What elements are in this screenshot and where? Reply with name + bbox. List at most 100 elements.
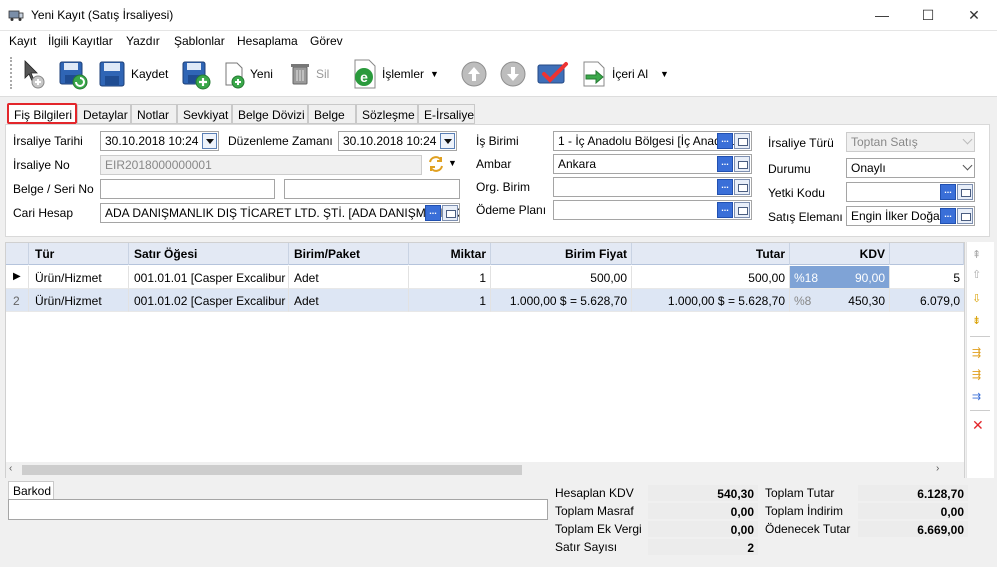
menu-yazdir[interactable]: Yazdır <box>126 34 160 48</box>
tab-sozlesme[interactable]: Sözleşme <box>356 104 418 124</box>
move-up-icon[interactable]: ⇧ <box>972 268 986 282</box>
cell-satir-ogesi[interactable]: 001.01.01 [Casper Excalibur ... <box>129 266 289 289</box>
move-up-button[interactable] <box>460 55 488 93</box>
belge-no-input[interactable] <box>100 179 275 199</box>
tab-belge-dovizi[interactable]: Belge Dövizi <box>232 104 308 124</box>
islemler-button[interactable]: e İşlemler ▼ <box>352 55 439 93</box>
insert-row-icon[interactable]: ⇶ <box>972 346 986 360</box>
tab-fis-bilgileri[interactable]: Fiş Bilgileri <box>7 103 77 124</box>
list-icon[interactable] <box>442 205 458 221</box>
scrollbar-thumb[interactable] <box>22 465 522 475</box>
cell-birim[interactable]: Adet <box>289 266 409 289</box>
move-bottom-icon[interactable]: ⇟ <box>972 314 986 328</box>
ellipsis-icon[interactable]: ... <box>717 133 733 149</box>
list-icon[interactable] <box>734 133 750 149</box>
ellipsis-icon[interactable]: ... <box>940 184 956 200</box>
seri-no-input[interactable] <box>284 179 460 199</box>
sub-row-icon[interactable]: ⇉ <box>972 390 986 404</box>
maximize-button[interactable]: ☐ <box>905 0 951 30</box>
cell-extra[interactable]: 6.079,0 <box>890 289 964 312</box>
date-dropdown-icon[interactable] <box>202 133 217 149</box>
cell-kdv[interactable]: %18 90,00 <box>790 266 890 289</box>
number-refresh-icon[interactable] <box>427 155 445 173</box>
cell-tur[interactable]: Ürün/Hizmet <box>29 289 129 312</box>
move-top-icon[interactable]: ⇞ <box>972 248 986 262</box>
yeni-button[interactable]: Yeni <box>222 55 273 93</box>
table-row[interactable]: ▶ Ürün/Hizmet 001.01.01 [Casper Excalibu… <box>6 266 964 289</box>
cell-miktar[interactable]: 1 <box>409 266 491 289</box>
duzenleme-zamani-field[interactable]: 30.10.2018 10:24 <box>338 131 457 151</box>
irsaliye-no-field[interactable]: EIR2018000000001 <box>100 155 422 175</box>
menu-ilgili-kayitlar[interactable]: İlgili Kayıtlar <box>48 34 113 48</box>
cell-tutar[interactable]: 500,00 <box>632 266 790 289</box>
move-down-button[interactable] <box>499 55 527 93</box>
barkod-tab[interactable]: Barkod <box>8 481 54 499</box>
cell-satir-ogesi[interactable]: 001.01.02 [Casper Excalibur ... <box>129 289 289 312</box>
tab-e-irsaliye[interactable]: E-İrsaliye <box>418 104 475 124</box>
col-miktar[interactable]: Miktar <box>409 243 491 265</box>
cell-extra[interactable]: 5 <box>890 266 964 289</box>
sil-button[interactable]: Sil <box>288 55 329 93</box>
menu-hesaplama[interactable]: Hesaplama <box>237 34 298 48</box>
kaydet-button[interactable]: Kaydet <box>97 55 168 93</box>
cell-tur[interactable]: Ürün/Hizmet <box>29 266 129 289</box>
cell-birim[interactable]: Adet <box>289 289 409 312</box>
number-dropdown-icon[interactable]: ▼ <box>448 158 457 168</box>
col-birim-fiyat[interactable]: Birim Fiyat <box>491 243 632 265</box>
line-items-grid[interactable]: Tür Satır Öğesi Birim/Paket Miktar Birim… <box>5 242 965 478</box>
odeme-plani-field[interactable]: ... <box>553 200 752 220</box>
col-tur[interactable]: Tür <box>29 243 129 265</box>
cari-hesap-field[interactable]: ADA DANIŞMANLIK DIŞ TİCARET LTD. ŞTİ. [A… <box>100 203 460 223</box>
irsaliye-tarihi-field[interactable]: 30.10.2018 10:24 <box>100 131 219 151</box>
approve-button[interactable] <box>536 55 570 93</box>
cursor-add-button[interactable] <box>20 55 48 93</box>
close-button[interactable]: ✕ <box>951 0 997 30</box>
menu-kayit[interactable]: Kayıt <box>9 34 36 48</box>
ellipsis-icon[interactable]: ... <box>940 208 956 224</box>
cell-birim-fiyat[interactable]: 1.000,00 $ = 5.628,70 <box>491 289 632 312</box>
org-birim-field[interactable]: ... <box>553 177 752 197</box>
cell-birim-fiyat[interactable]: 500,00 <box>491 266 632 289</box>
ellipsis-icon[interactable]: ... <box>717 179 733 195</box>
tab-sevkiyat[interactable]: Sevkiyat <box>177 104 232 124</box>
horizontal-scrollbar[interactable]: ‹ › <box>6 462 964 478</box>
yetki-kodu-field[interactable]: ... <box>846 182 975 202</box>
list-icon[interactable] <box>734 156 750 172</box>
table-row[interactable]: 2 Ürün/Hizmet 001.01.02 [Casper Excalibu… <box>6 289 964 312</box>
menu-sablonlar[interactable]: Şablonlar <box>174 34 225 48</box>
scroll-left-icon[interactable]: ‹ <box>9 463 12 474</box>
ambar-field[interactable]: Ankara ... <box>553 154 752 174</box>
move-down-icon[interactable]: ⇩ <box>972 292 986 306</box>
col-satir-ogesi[interactable]: Satır Öğesi <box>129 243 289 265</box>
cell-kdv[interactable]: %8 450,30 <box>790 289 890 312</box>
ellipsis-icon[interactable]: ... <box>717 156 733 172</box>
tab-notlar[interactable]: Notlar <box>131 104 177 124</box>
satis-elemani-field[interactable]: Engin İlker Doğan ... <box>846 206 975 226</box>
menu-gorev[interactable]: Görev <box>310 34 343 48</box>
barkod-input[interactable] <box>8 499 548 520</box>
list-icon[interactable] <box>957 208 973 224</box>
cell-miktar[interactable]: 1 <box>409 289 491 312</box>
minimize-button[interactable]: — <box>859 0 905 30</box>
list-icon[interactable] <box>734 179 750 195</box>
scroll-right-icon[interactable]: › <box>936 463 939 474</box>
list-icon[interactable] <box>734 202 750 218</box>
col-extra[interactable] <box>890 243 964 265</box>
append-row-icon[interactable]: ⇶ <box>972 368 986 382</box>
col-tutar[interactable]: Tutar <box>632 243 790 265</box>
col-birim-paket[interactable]: Birim/Paket <box>289 243 409 265</box>
delete-row-icon[interactable]: ✕ <box>972 417 986 433</box>
list-icon[interactable] <box>957 184 973 200</box>
col-kdv[interactable]: KDV <box>790 243 890 265</box>
ellipsis-icon[interactable]: ... <box>717 202 733 218</box>
tab-detaylar[interactable]: Detaylar <box>77 104 131 124</box>
is-birimi-field[interactable]: 1 - İç Anadolu Bölgesi [İç Anadolu ... <box>553 131 752 151</box>
date-dropdown-icon[interactable] <box>440 133 455 149</box>
cell-tutar[interactable]: 1.000,00 $ = 5.628,70 <box>632 289 790 312</box>
ellipsis-icon[interactable]: ... <box>425 205 441 221</box>
save-new-button[interactable] <box>180 55 212 93</box>
iceri-al-button[interactable]: İçeri Al ▼ <box>580 55 669 93</box>
save-refresh-button[interactable] <box>57 55 89 93</box>
tab-belge[interactable]: Belge <box>308 104 356 124</box>
irsaliye-turu-select[interactable]: Toptan Satış <box>846 132 975 152</box>
